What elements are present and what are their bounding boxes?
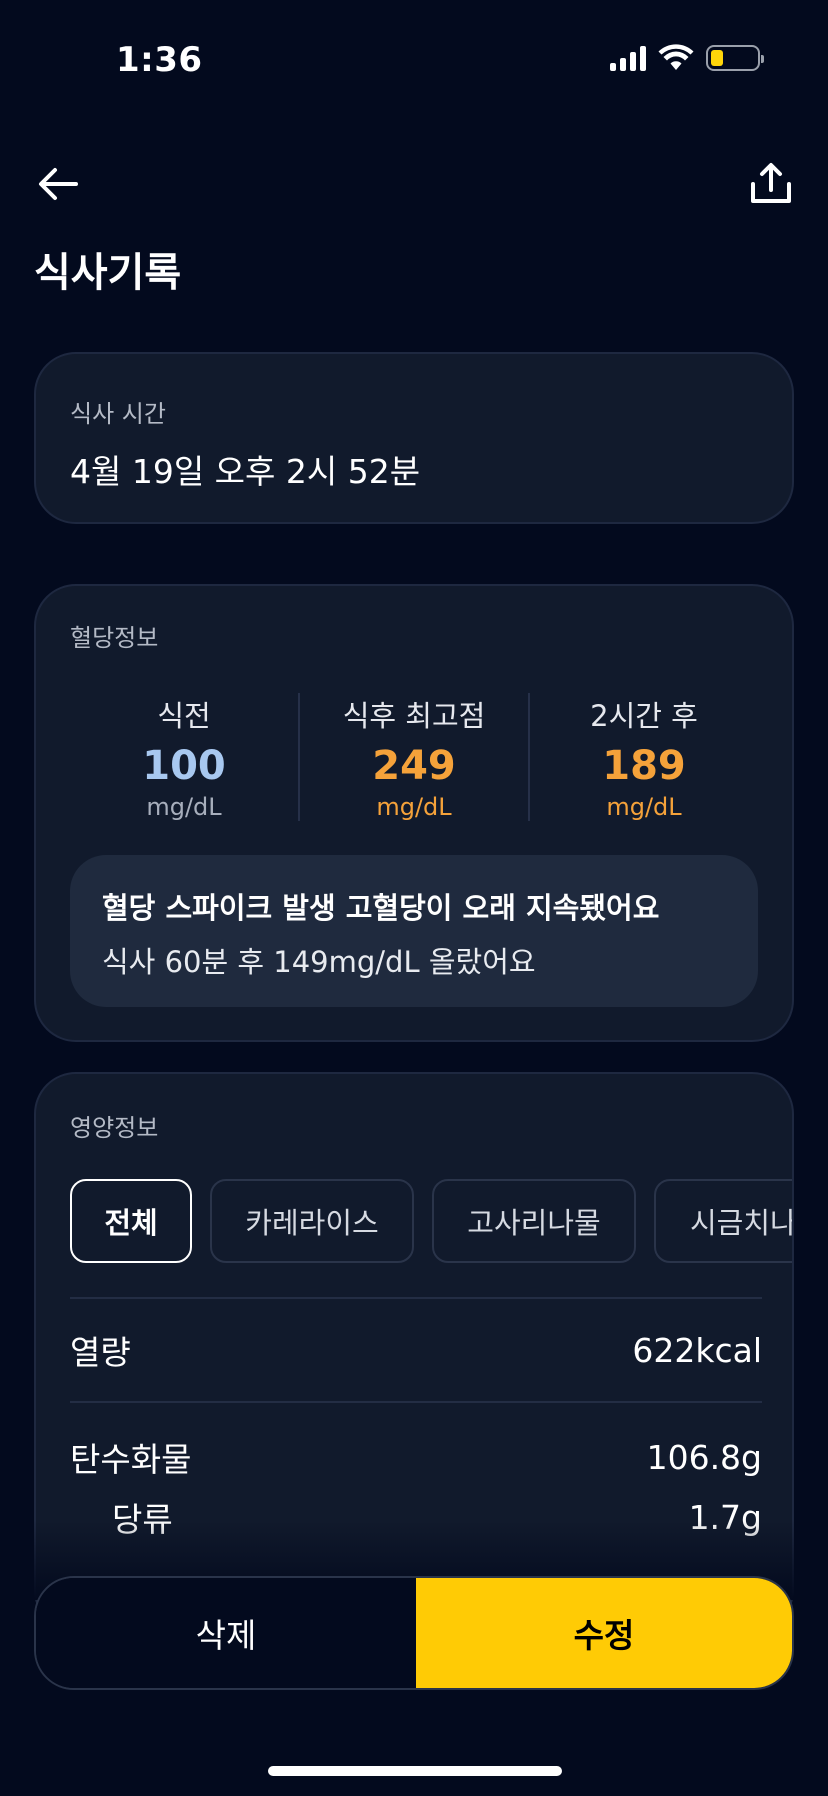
- divider: [70, 1401, 762, 1403]
- status-time: 1:36: [116, 40, 203, 80]
- metric-value: 189: [602, 743, 686, 789]
- alert-title: 혈당 스파이크 발생 고혈당이 오래 지속됐어요: [102, 891, 660, 925]
- back-button[interactable]: [34, 160, 82, 208]
- nutrition-row-carbs: 탄수화물 106.8g: [70, 1425, 762, 1489]
- meal-time-card: 식사 시간 4월 19일 오후 2시 52분: [34, 352, 794, 524]
- metric-label: 식전: [157, 699, 211, 733]
- metric-label: 2시간 후: [590, 699, 698, 733]
- meal-time-label: 식사 시간: [70, 400, 166, 428]
- metric-peak: 식후 최고점 249 mg/dL: [298, 693, 528, 821]
- alert-body: 식사 60분 후 149mg/dL 올랐어요: [102, 945, 536, 979]
- wifi-icon: [658, 44, 694, 70]
- metric-unit: mg/dL: [376, 793, 452, 821]
- share-button[interactable]: [746, 158, 796, 208]
- bottom-action-bar: 삭제 수정: [34, 1576, 794, 1690]
- metric-unit: mg/dL: [606, 793, 682, 821]
- signal-icon: [610, 45, 646, 71]
- meal-record-screen: 1:36 식사기록 식사 시간 4월 19일 오후 2시 52분 혈당정보 식전…: [0, 0, 828, 1796]
- metric-label: 식후 최고점: [342, 699, 486, 733]
- spike-alert: 혈당 스파이크 발생 고혈당이 오래 지속됐어요 식사 60분 후 149mg/…: [70, 855, 758, 1007]
- tab-all[interactable]: 전체: [70, 1179, 192, 1263]
- arrow-left-icon: [39, 168, 78, 200]
- share-icon: [751, 163, 791, 203]
- delete-button[interactable]: 삭제: [36, 1578, 416, 1688]
- page-title: 식사기록: [34, 250, 182, 296]
- metric-unit: mg/dL: [146, 793, 222, 821]
- glucose-metrics: 식전 100 mg/dL 식후 최고점 249 mg/dL 2시간 후 189 …: [70, 693, 758, 821]
- tab-curry-rice[interactable]: 카레라이스: [210, 1179, 414, 1263]
- row-label: 열량: [70, 1333, 131, 1372]
- glucose-info-label: 혈당정보: [70, 624, 159, 652]
- status-icons: [610, 44, 764, 72]
- metric-value: 100: [142, 743, 226, 789]
- row-value: 622kcal: [632, 1330, 762, 1370]
- row-value: 106.8g: [646, 1437, 762, 1477]
- battery-icon: [706, 45, 764, 71]
- row-label: 탄수화물: [70, 1440, 192, 1479]
- food-tabs: 전체 카레라이스 고사리나물 시금치나: [70, 1179, 792, 1263]
- metric-value: 249: [372, 743, 456, 789]
- meal-time-value: 4월 19일 오후 2시 52분: [70, 452, 421, 491]
- glucose-info-card: 혈당정보 식전 100 mg/dL 식후 최고점 249 mg/dL 2시간 후…: [34, 584, 794, 1042]
- metric-2h-after: 2시간 후 189 mg/dL: [528, 693, 758, 821]
- tab-bracken[interactable]: 고사리나물: [432, 1179, 636, 1263]
- tab-spinach[interactable]: 시금치나: [654, 1179, 792, 1263]
- edit-button[interactable]: 수정: [416, 1578, 792, 1688]
- nutrition-info-label: 영양정보: [70, 1114, 159, 1142]
- metric-before-meal: 식전 100 mg/dL: [70, 693, 298, 821]
- nutrition-row-calories: 열량 622kcal: [70, 1299, 762, 1401]
- home-indicator[interactable]: [268, 1766, 562, 1776]
